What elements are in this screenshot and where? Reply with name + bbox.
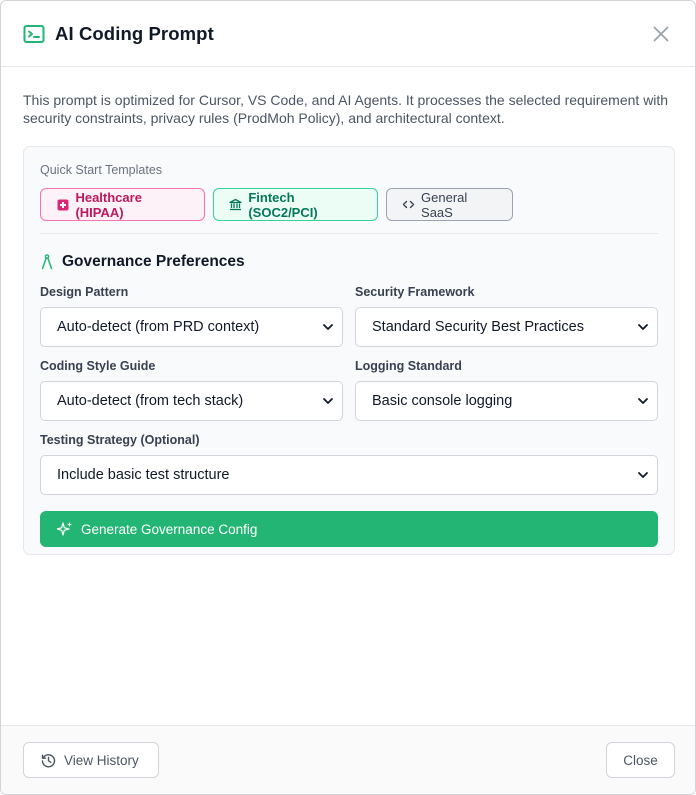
chevron-down-icon [637,321,649,333]
select-value: Standard Security Best Practices [372,319,584,335]
logging-standard-field: Logging Standard Basic console logging [355,359,658,421]
templates-label: Quick Start Templates [40,163,163,177]
select-value: Basic console logging [372,393,513,409]
medical-cross-icon [56,198,69,212]
logging-standard-select[interactable]: Basic console logging [355,381,658,421]
select-value: Include basic test structure [57,467,230,483]
select-value: Auto-detect (from PRD context) [57,319,260,335]
template-saas-button[interactable]: General SaaS [386,188,513,221]
bank-icon [229,198,242,212]
ai-coding-prompt-modal: AI Coding Prompt This prompt is optimize… [0,0,696,795]
modal-header: AI Coding Prompt [1,1,695,67]
chevron-down-icon [322,321,334,333]
modal-title: AI Coding Prompt [55,22,214,44]
template-label: Fintech (SOC2/PCI) [248,189,318,220]
chevron-down-icon [637,395,649,407]
field-label: Coding Style Guide [40,359,156,373]
field-label: Testing Strategy (Optional) [40,433,200,447]
terminal-icon [23,23,45,45]
governance-fields: Design Pattern Auto-detect (from PRD con… [40,285,658,495]
chevron-down-icon [637,469,649,481]
modal-footer: View History Close [1,725,695,794]
generate-governance-button[interactable]: Generate Governance Config [40,511,658,547]
template-label: General SaaS [421,189,468,220]
compass-icon [40,254,54,270]
testing-strategy-field: Testing Strategy (Optional) Include basi… [40,433,658,495]
templates-row: Healthcare (HIPAA) Fintech (SOC2/PCI) Ge… [40,188,658,221]
chevron-down-icon [322,395,334,407]
template-healthcare-button[interactable]: Healthcare (HIPAA) [40,188,205,221]
modal-body: This prompt is optimized for Cursor, VS … [1,67,695,555]
history-label: View History [64,752,139,768]
template-fintech-button[interactable]: Fintech (SOC2/PCI) [213,188,378,221]
field-label: Logging Standard [355,359,462,373]
code-icon [402,198,415,212]
modal-description: This prompt is optimized for Cursor, VS … [23,92,669,126]
template-label: Healthcare (HIPAA) [75,189,142,220]
close-label: Close [623,752,658,768]
divider [40,233,658,234]
coding-style-select[interactable]: Auto-detect (from tech stack) [40,381,343,421]
field-label: Security Framework [355,285,475,299]
config-card: Quick Start Templates Healthcare (HIPAA)… [23,146,675,555]
governance-title: Governance Preferences [62,253,245,270]
select-value: Auto-detect (from tech stack) [57,393,244,409]
generate-label: Generate Governance Config [81,521,258,537]
close-icon[interactable] [651,24,671,44]
sparkles-icon [57,521,73,537]
close-button[interactable]: Close [606,742,675,778]
design-pattern-field: Design Pattern Auto-detect (from PRD con… [40,285,343,347]
history-icon [41,753,56,768]
design-pattern-select[interactable]: Auto-detect (from PRD context) [40,307,343,347]
governance-heading: Governance Preferences [40,253,658,271]
field-label: Design Pattern [40,285,129,299]
testing-strategy-select[interactable]: Include basic test structure [40,455,658,495]
security-framework-select[interactable]: Standard Security Best Practices [355,307,658,347]
security-framework-field: Security Framework Standard Security Bes… [355,285,658,347]
coding-style-field: Coding Style Guide Auto-detect (from tec… [40,359,343,421]
view-history-button[interactable]: View History [23,742,159,778]
